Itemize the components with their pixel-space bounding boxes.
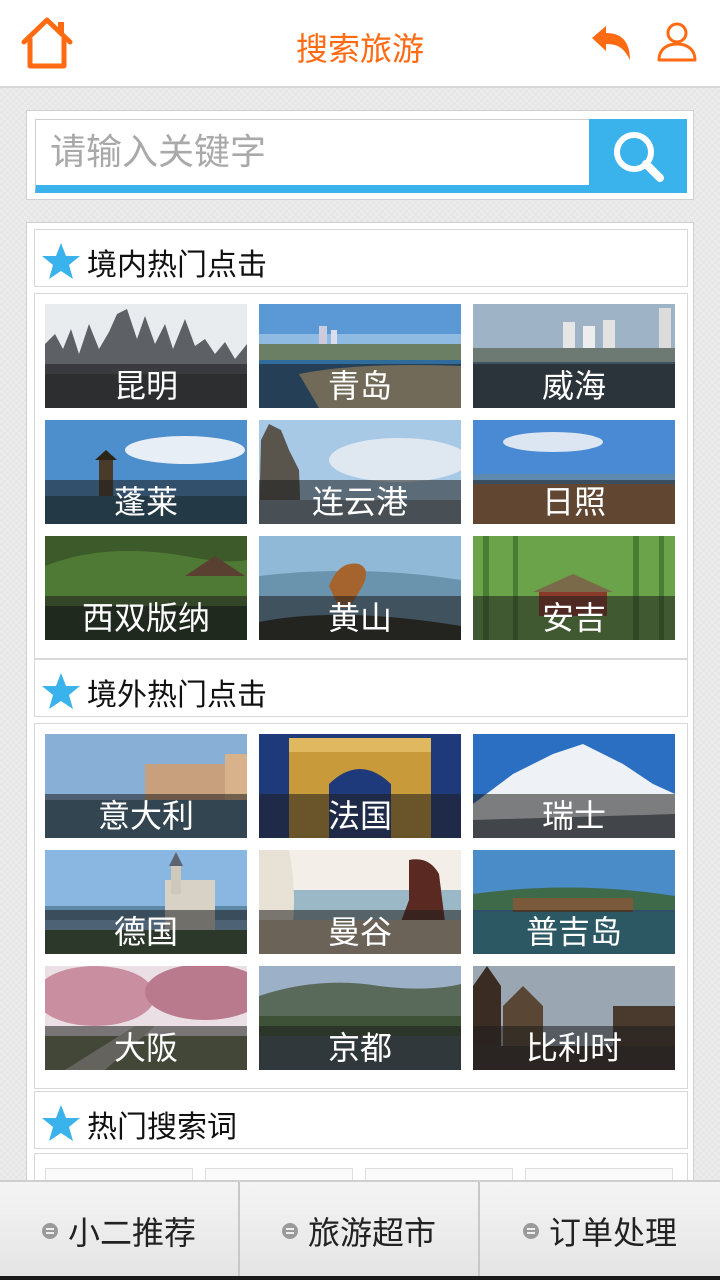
tile-label: 法国 — [327, 797, 392, 835]
destination-tile-rizhao[interactable]: 日照 — [473, 420, 675, 524]
destination-tile-anji[interactable]: 安吉 — [473, 536, 675, 640]
domestic-grid: 昆明 青岛 威海 蓬莱 连云港 日照 西双版纳 黄山 安吉 — [34, 293, 688, 659]
search-button[interactable] — [589, 119, 687, 193]
section-header-hotwords: 热门搜索词 — [34, 1091, 688, 1149]
overseas-grid: 意大利 法国 瑞士 德国 曼谷 普吉岛 大阪 京都 比利时 — [34, 723, 688, 1089]
destination-tile-germany[interactable]: 德国 — [45, 850, 247, 954]
tile-label: 日照 — [541, 483, 606, 521]
tile-label: 威海 — [541, 367, 606, 405]
destination-tile-belgium[interactable]: 比利时 — [473, 966, 675, 1070]
nav-item-orders[interactable]: 订单处理 — [480, 1182, 720, 1280]
content-panel: 境内热门点击 昆明 青岛 威海 蓬莱 连云港 日照 西双版纳 黄山 安吉 境外热… — [26, 222, 694, 1202]
star-icon — [42, 673, 80, 709]
user-button[interactable] — [654, 18, 700, 64]
destination-tile-qingdao[interactable]: 青岛 — [259, 304, 461, 408]
destination-tile-kunming[interactable]: 昆明 — [45, 304, 247, 408]
search-input[interactable] — [36, 120, 590, 185]
nav-label: 订单处理 — [548, 1214, 677, 1252]
tile-label: 比利时 — [525, 1029, 622, 1067]
tile-label: 普吉岛 — [525, 913, 622, 951]
search-panel — [26, 110, 694, 200]
nav-label: 旅游超市 — [307, 1214, 436, 1252]
tile-label: 连云港 — [311, 483, 408, 521]
tile-label: 大阪 — [113, 1029, 178, 1067]
tile-label: 西双版纳 — [81, 599, 210, 637]
tile-label: 瑞士 — [541, 797, 606, 835]
tile-label: 青岛 — [327, 367, 392, 405]
search-field — [35, 119, 591, 193]
tile-label: 德国 — [113, 913, 178, 951]
destination-tile-xishuangbanna[interactable]: 西双版纳 — [45, 536, 247, 640]
section-title: 热门搜索词 — [87, 1110, 237, 1145]
destination-tile-phuket[interactable]: 普吉岛 — [473, 850, 675, 954]
home-icon — [21, 17, 73, 69]
bottom-nav: 小二推荐 旅游超市 订单处理 — [0, 1180, 720, 1280]
search-icon — [614, 132, 664, 182]
nav-label: 小二推荐 — [67, 1214, 196, 1252]
section-title: 境外热门点击 — [87, 678, 267, 713]
destination-tile-italy[interactable]: 意大利 — [45, 734, 247, 838]
star-icon — [42, 243, 80, 279]
system-bar-edge — [0, 1276, 720, 1280]
star-icon — [42, 1105, 80, 1141]
tile-label: 意大利 — [97, 797, 194, 835]
menu-dot-icon — [281, 1223, 298, 1239]
destination-tile-france[interactable]: 法国 — [259, 734, 461, 838]
menu-dot-icon — [522, 1223, 539, 1239]
destination-tile-switzerland[interactable]: 瑞士 — [473, 734, 675, 838]
section-header-overseas: 境外热门点击 — [34, 659, 688, 717]
destination-tile-weihai[interactable]: 威海 — [473, 304, 675, 408]
home-button[interactable] — [18, 14, 76, 72]
user-icon — [657, 22, 697, 62]
destination-tile-osaka[interactable]: 大阪 — [45, 966, 247, 1070]
tile-label: 安吉 — [541, 599, 606, 637]
tile-label: 昆明 — [113, 367, 178, 405]
section-title: 境内热门点击 — [87, 248, 267, 283]
back-button[interactable] — [588, 20, 634, 66]
menu-dot-icon — [41, 1223, 58, 1239]
destination-tile-huangshan[interactable]: 黄山 — [259, 536, 461, 640]
tile-label: 黄山 — [327, 599, 392, 637]
tile-label: 京都 — [327, 1029, 392, 1067]
tile-label: 蓬莱 — [113, 483, 178, 521]
section-header-domestic: 境内热门点击 — [34, 229, 688, 287]
destination-tile-kyoto[interactable]: 京都 — [259, 966, 461, 1070]
tile-label: 曼谷 — [327, 913, 392, 951]
nav-item-travel-market[interactable]: 旅游超市 — [240, 1182, 480, 1280]
destination-tile-penglai[interactable]: 蓬莱 — [45, 420, 247, 524]
destination-tile-lianyungang[interactable]: 连云港 — [259, 420, 461, 524]
app-header: 搜索旅游 — [0, 0, 720, 88]
nav-item-recommend[interactable]: 小二推荐 — [0, 1182, 240, 1280]
destination-tile-bangkok[interactable]: 曼谷 — [259, 850, 461, 954]
back-arrow-icon — [592, 26, 630, 60]
